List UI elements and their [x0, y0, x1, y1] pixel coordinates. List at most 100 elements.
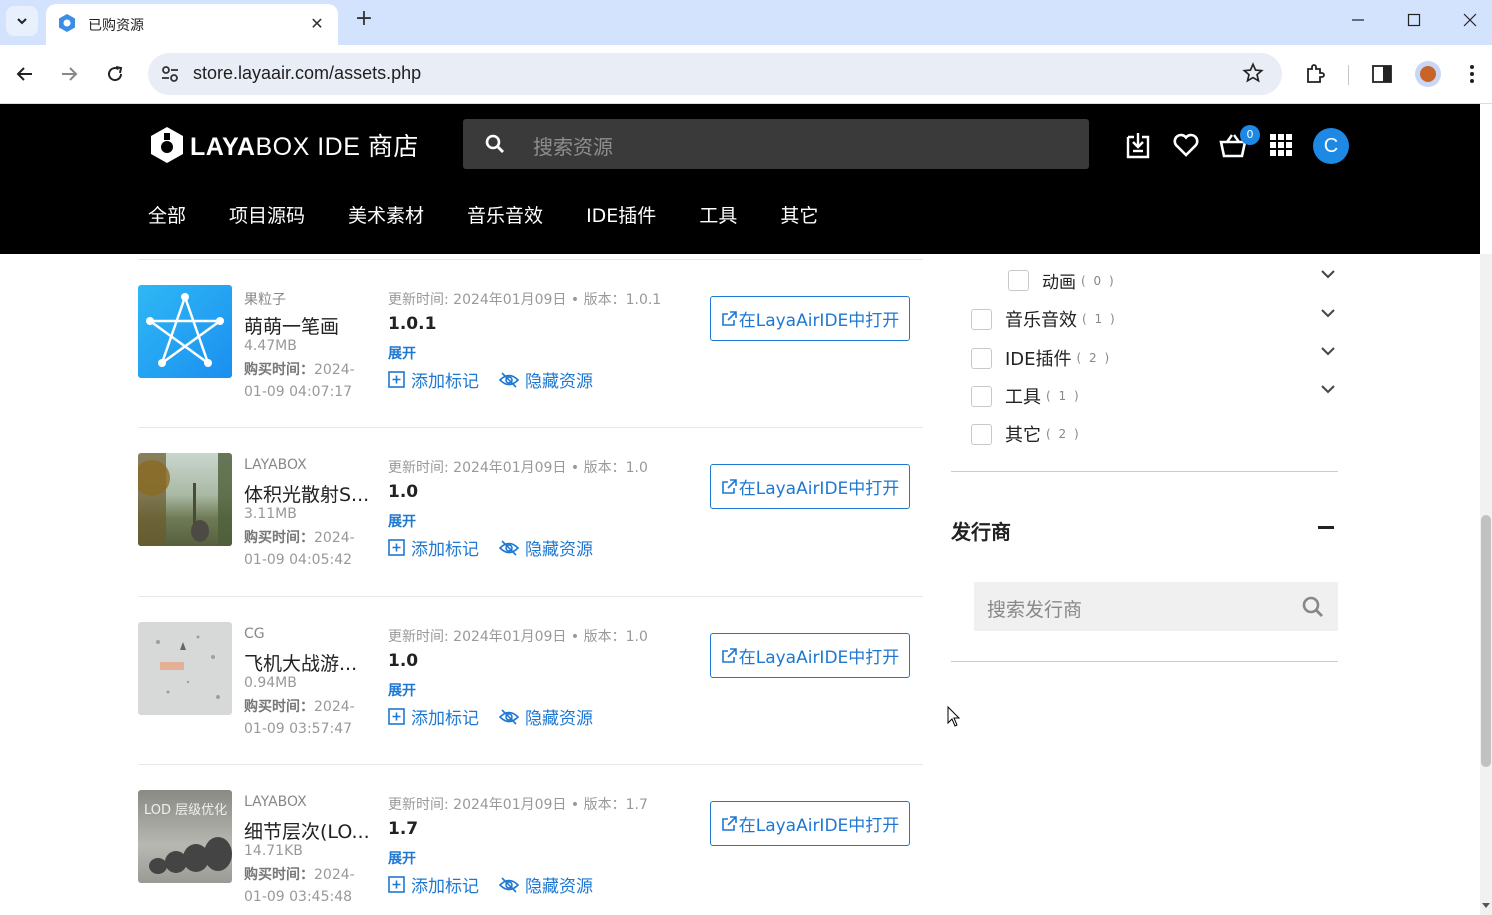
forest-scene-thumbnail-icon [138, 453, 232, 546]
layabox-logo-icon [151, 127, 183, 163]
extensions-button[interactable] [1300, 59, 1330, 89]
open-in-ide-button[interactable]: 在LayaAirIDE中打开 [710, 801, 910, 846]
filter-ide-plugins[interactable]: IDE插件 ( 2 ) [971, 345, 1111, 371]
close-window-button[interactable] [1455, 7, 1485, 33]
scrollbar-thumb[interactable] [1481, 515, 1491, 767]
chevron-down-icon[interactable] [1320, 266, 1336, 282]
favorites-button[interactable] [1169, 128, 1203, 162]
tab-search-button[interactable] [6, 6, 38, 36]
open-in-ide-button[interactable]: 在LayaAirIDE中打开 [710, 633, 910, 678]
side-panel-button[interactable] [1367, 59, 1397, 89]
browser-tab-active[interactable]: 已购资源 ✕ [46, 4, 338, 45]
grid-icon [1270, 134, 1292, 156]
open-in-ide-button[interactable]: 在LayaAirIDE中打开 [710, 296, 910, 341]
site-logo[interactable]: LAYABOX IDE 商店 [150, 126, 419, 164]
back-button[interactable] [10, 59, 40, 89]
nav-art-assets[interactable]: 美术素材 [348, 201, 424, 228]
add-mark-button[interactable]: 添加标记 [388, 367, 479, 392]
chevron-down-icon[interactable] [1320, 305, 1336, 321]
publisher-search-input[interactable]: 搜索发行商 [974, 582, 1338, 631]
filter-checkbox[interactable] [1008, 270, 1029, 291]
hide-resource-button[interactable]: 隐藏资源 [499, 535, 593, 560]
resource-search-input[interactable]: 搜索资源 [463, 119, 1089, 169]
download-box-icon [1126, 133, 1150, 159]
nav-project-source[interactable]: 项目源码 [229, 201, 305, 228]
search-icon [485, 134, 504, 153]
profile-avatar[interactable] [1415, 61, 1441, 87]
resource-actions: 添加标记 隐藏资源 [388, 872, 613, 897]
user-avatar[interactable]: C [1313, 128, 1349, 164]
nav-other[interactable]: 其它 [780, 201, 818, 228]
forward-button[interactable] [54, 59, 84, 89]
browser-tabstrip: 已购资源 ✕ + [0, 0, 1492, 45]
chevron-down-icon[interactable] [1320, 381, 1336, 397]
expand-link[interactable]: 展开 [388, 848, 416, 868]
expand-link[interactable]: 展开 [388, 511, 416, 531]
lod-thumb-text: LOD 层级优化 [144, 803, 227, 818]
bookmark-star-icon[interactable] [1242, 62, 1264, 84]
nav-all[interactable]: 全部 [148, 201, 186, 228]
scroll-down-arrow-icon[interactable] [1482, 903, 1490, 908]
collapse-minus-icon[interactable] [1318, 526, 1334, 529]
nav-tools[interactable]: 工具 [699, 201, 737, 228]
nav-music-sfx[interactable]: 音乐音效 [467, 201, 543, 228]
search-icon[interactable] [1302, 596, 1324, 618]
nav-ide-plugins[interactable]: IDE插件 [586, 201, 656, 228]
resource-publisher[interactable]: LAYABOX [244, 457, 307, 473]
arrow-right-icon [62, 67, 78, 81]
expand-link[interactable]: 展开 [388, 343, 416, 363]
maximize-button[interactable] [1399, 7, 1429, 33]
reload-icon [108, 66, 123, 82]
filter-count: ( 0 ) [1081, 273, 1116, 288]
expand-link[interactable]: 展开 [388, 680, 416, 700]
purchase-time: 购买时间：2024-01-09 04:05:42 [244, 530, 355, 568]
resource-title[interactable]: 体积光散射S... [244, 480, 374, 507]
external-link-icon [721, 815, 737, 831]
download-button[interactable] [1121, 128, 1155, 162]
purchase-time: 购买时间：2024-01-09 03:57:47 [244, 699, 355, 737]
resource-publisher[interactable]: CG [244, 626, 265, 642]
filter-count: ( 1 ) [1046, 389, 1081, 403]
resource-item: LOD 层级优化 LAYABOX 细节层次(LO... 14.71KB 购买时间… [138, 764, 923, 915]
open-in-ide-button[interactable]: 在LayaAirIDE中打开 [710, 464, 910, 509]
add-mark-button[interactable]: 添加标记 [388, 872, 479, 897]
resource-thumbnail[interactable] [138, 622, 232, 715]
reload-button[interactable] [100, 59, 130, 89]
external-link-icon [721, 478, 737, 494]
filter-checkbox[interactable] [971, 308, 992, 330]
hide-resource-button[interactable]: 隐藏资源 [499, 872, 593, 897]
site-settings-icon [162, 66, 178, 82]
hide-resource-button[interactable]: 隐藏资源 [499, 367, 593, 392]
apps-grid-button[interactable] [1264, 128, 1298, 162]
browser-toolbar: store.layaair.com/assets.php [0, 45, 1492, 104]
filter-checkbox[interactable] [971, 385, 992, 407]
resource-publisher[interactable]: 果粒子 [244, 289, 286, 309]
filter-animation[interactable]: 动画 ( 0 ) [1008, 268, 1116, 293]
new-tab-button[interactable]: + [352, 8, 376, 32]
address-bar[interactable]: store.layaair.com/assets.php [148, 53, 1282, 95]
hide-resource-button[interactable]: 隐藏资源 [499, 704, 593, 729]
filter-checkbox[interactable] [971, 423, 992, 445]
update-info: 更新时间: 2024年01月09日 • 版本：1.7 [388, 797, 648, 813]
tab-close-icon[interactable]: ✕ [306, 12, 328, 34]
resource-title[interactable]: 飞机大战游... [244, 649, 374, 676]
filter-label: 其它 [1005, 425, 1041, 446]
site-header: LAYABOX IDE 商店 搜索资源 0 C 全部 项目源码 美术素材 音乐音… [0, 104, 1480, 254]
add-mark-button[interactable]: 添加标记 [388, 704, 479, 729]
chevron-down-icon[interactable] [1320, 343, 1336, 359]
resource-thumbnail[interactable]: LOD 层级优化 [138, 790, 232, 883]
filter-checkbox[interactable] [971, 347, 992, 369]
resource-publisher[interactable]: LAYABOX [244, 794, 307, 810]
filter-music-sfx[interactable]: 音乐音效 ( 1 ) [971, 306, 1117, 332]
resource-thumbnail[interactable] [138, 285, 232, 378]
filter-tools[interactable]: 工具 ( 1 ) [971, 383, 1081, 409]
minimize-button[interactable] [1343, 7, 1373, 33]
tab-title: 已购资源 [88, 18, 144, 34]
resource-title[interactable]: 细节层次(LO... [244, 817, 374, 844]
mouse-cursor-icon [947, 706, 961, 727]
add-mark-button[interactable]: 添加标记 [388, 535, 479, 560]
resource-title[interactable]: 萌萌一笔画 [244, 312, 374, 339]
browser-menu-button[interactable] [1457, 59, 1487, 89]
resource-thumbnail[interactable] [138, 453, 232, 546]
filter-other[interactable]: 其它 ( 2 ) [971, 421, 1081, 447]
